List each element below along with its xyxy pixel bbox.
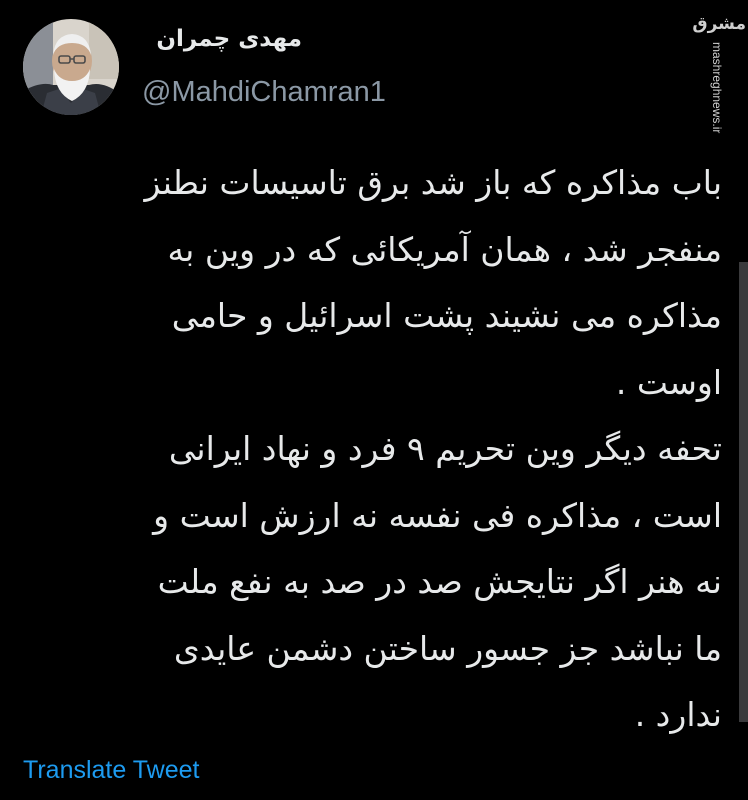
tweet-text-line: باب مذاکره که باز شد برق تاسیسات نطنز — [144, 163, 722, 202]
mashregh-logo-icon: مشرق — [692, 14, 746, 34]
tweet-text-line: تحفه دیگر وین تحریم ۹ فرد و نهاد ایرانی — [168, 429, 722, 468]
author-handle[interactable]: @MahdiChamran1 — [142, 76, 386, 109]
watermark-url: mashreghnews.ir — [710, 42, 724, 134]
tweet-text-line: نه هنر اگر نتایجش صد در صد به نفع ملت — [157, 562, 722, 601]
avatar[interactable] — [23, 19, 119, 115]
scrollbar[interactable] — [739, 262, 748, 722]
tweet-text-line: مذاکره می نشیند پشت اسرائیل و حامی — [171, 296, 722, 335]
tweet-text-line: ندارد . — [634, 695, 722, 734]
avatar-portrait-icon — [23, 19, 119, 115]
tweet-text-line: ما نباشد جز جسور ساختن دشمن عایدی — [173, 628, 722, 668]
tweet-text: باب مذاکره که باز شد برق تاسیسات نطنز من… — [40, 150, 722, 749]
tweet-text-line: منفجر شد ، همان آمریکائی که در وین به — [167, 229, 722, 269]
watermark: مشرق mashreghnews.ir — [692, 14, 746, 133]
tweet-text-line: است ، مذاکره فی نفسه نه ارزش است و — [153, 495, 722, 535]
author-display-name[interactable]: مهدی چمران — [142, 26, 302, 52]
tweet-text-line: اوست . — [615, 362, 722, 402]
translate-tweet-link[interactable]: Translate Tweet — [23, 756, 199, 785]
tweet-screenshot: مهدی چمران @MahdiChamran1 مشرق mashreghn… — [0, 0, 748, 800]
